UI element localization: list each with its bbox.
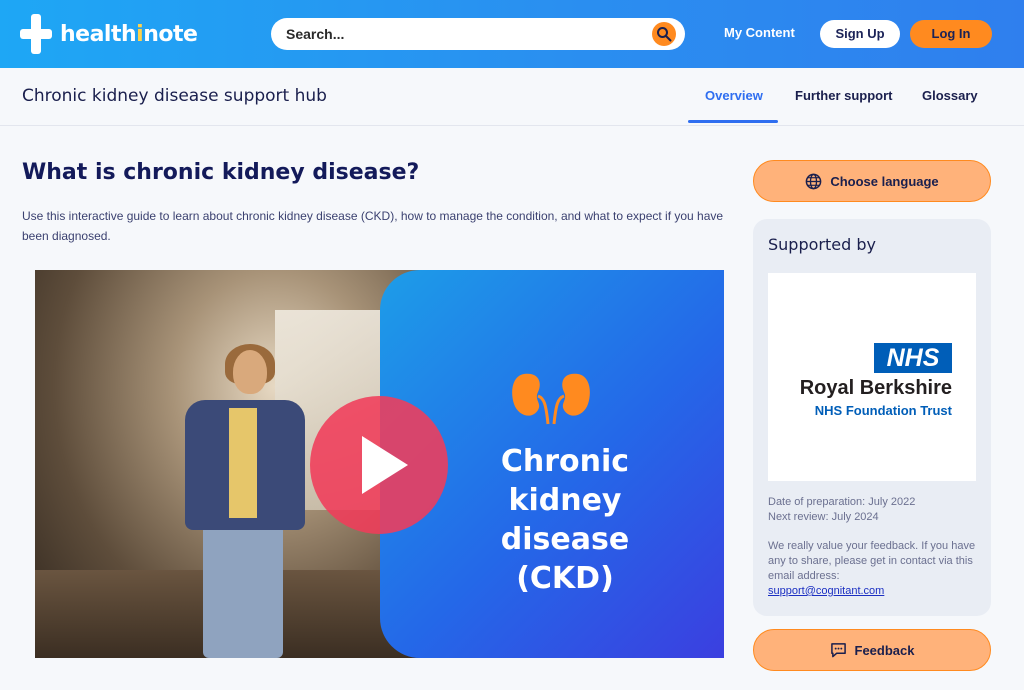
- nhs-logo-mark: NHS: [874, 343, 952, 373]
- search-button[interactable]: [652, 22, 676, 46]
- video-player[interactable]: Chronic kidney disease (CKD): [35, 270, 724, 658]
- my-content-link[interactable]: My Content: [724, 25, 795, 40]
- healthinote-logo[interactable]: healthinote: [20, 14, 198, 54]
- feedback-button[interactable]: Feedback: [753, 629, 991, 671]
- feedback-label: Feedback: [854, 642, 915, 658]
- sign-up-button[interactable]: Sign Up: [820, 20, 900, 48]
- section-heading: What is chronic kidney disease?: [22, 160, 420, 185]
- top-header: healthinote My Content Sign Up Log In: [0, 0, 1024, 68]
- support-email-link[interactable]: support@cognitant.com: [768, 585, 884, 597]
- sub-navigation: Chronic kidney disease support hub Overv…: [0, 68, 1024, 126]
- review-dates: Date of preparation: July 2022 Next revi…: [768, 495, 915, 525]
- play-button[interactable]: [310, 396, 448, 534]
- feedback-message: We really value your feedback. If you ha…: [768, 540, 976, 597]
- play-icon: [362, 436, 408, 494]
- search-input[interactable]: [271, 18, 641, 50]
- logo-text: healthinote: [60, 21, 198, 47]
- globe-icon: [805, 173, 822, 189]
- logo-cross-icon: [20, 14, 52, 54]
- trust-name: Royal Berkshire: [799, 377, 952, 399]
- log-in-button[interactable]: Log In: [910, 20, 992, 48]
- choose-language-button[interactable]: Choose language: [753, 160, 991, 202]
- video-title: Chronic kidney disease (CKD): [500, 444, 630, 596]
- kidneys-icon: [512, 373, 590, 425]
- search-bar: [271, 18, 685, 50]
- search-icon: [657, 27, 672, 42]
- supported-by-card: Supported by NHS Royal Berkshire NHS Fou…: [753, 219, 991, 616]
- trust-subtitle: NHS Foundation Trust: [814, 403, 952, 418]
- intro-text: Use this interactive guide to learn abou…: [22, 209, 724, 243]
- active-tab-indicator: [688, 120, 778, 123]
- message-icon: [830, 643, 846, 658]
- next-review: Next review: July 2024: [768, 511, 879, 523]
- tab-overview[interactable]: Overview: [705, 88, 763, 103]
- date-of-preparation: Date of preparation: July 2022: [768, 496, 916, 508]
- choose-language-label: Choose language: [830, 173, 939, 189]
- page-title: Chronic kidney disease support hub: [22, 86, 327, 106]
- tab-further-support[interactable]: Further support: [795, 88, 893, 103]
- supported-by-heading: Supported by: [768, 235, 876, 254]
- tab-glossary[interactable]: Glossary: [922, 88, 978, 103]
- nhs-trust-logo: NHS Royal Berkshire NHS Foundation Trust: [768, 273, 976, 481]
